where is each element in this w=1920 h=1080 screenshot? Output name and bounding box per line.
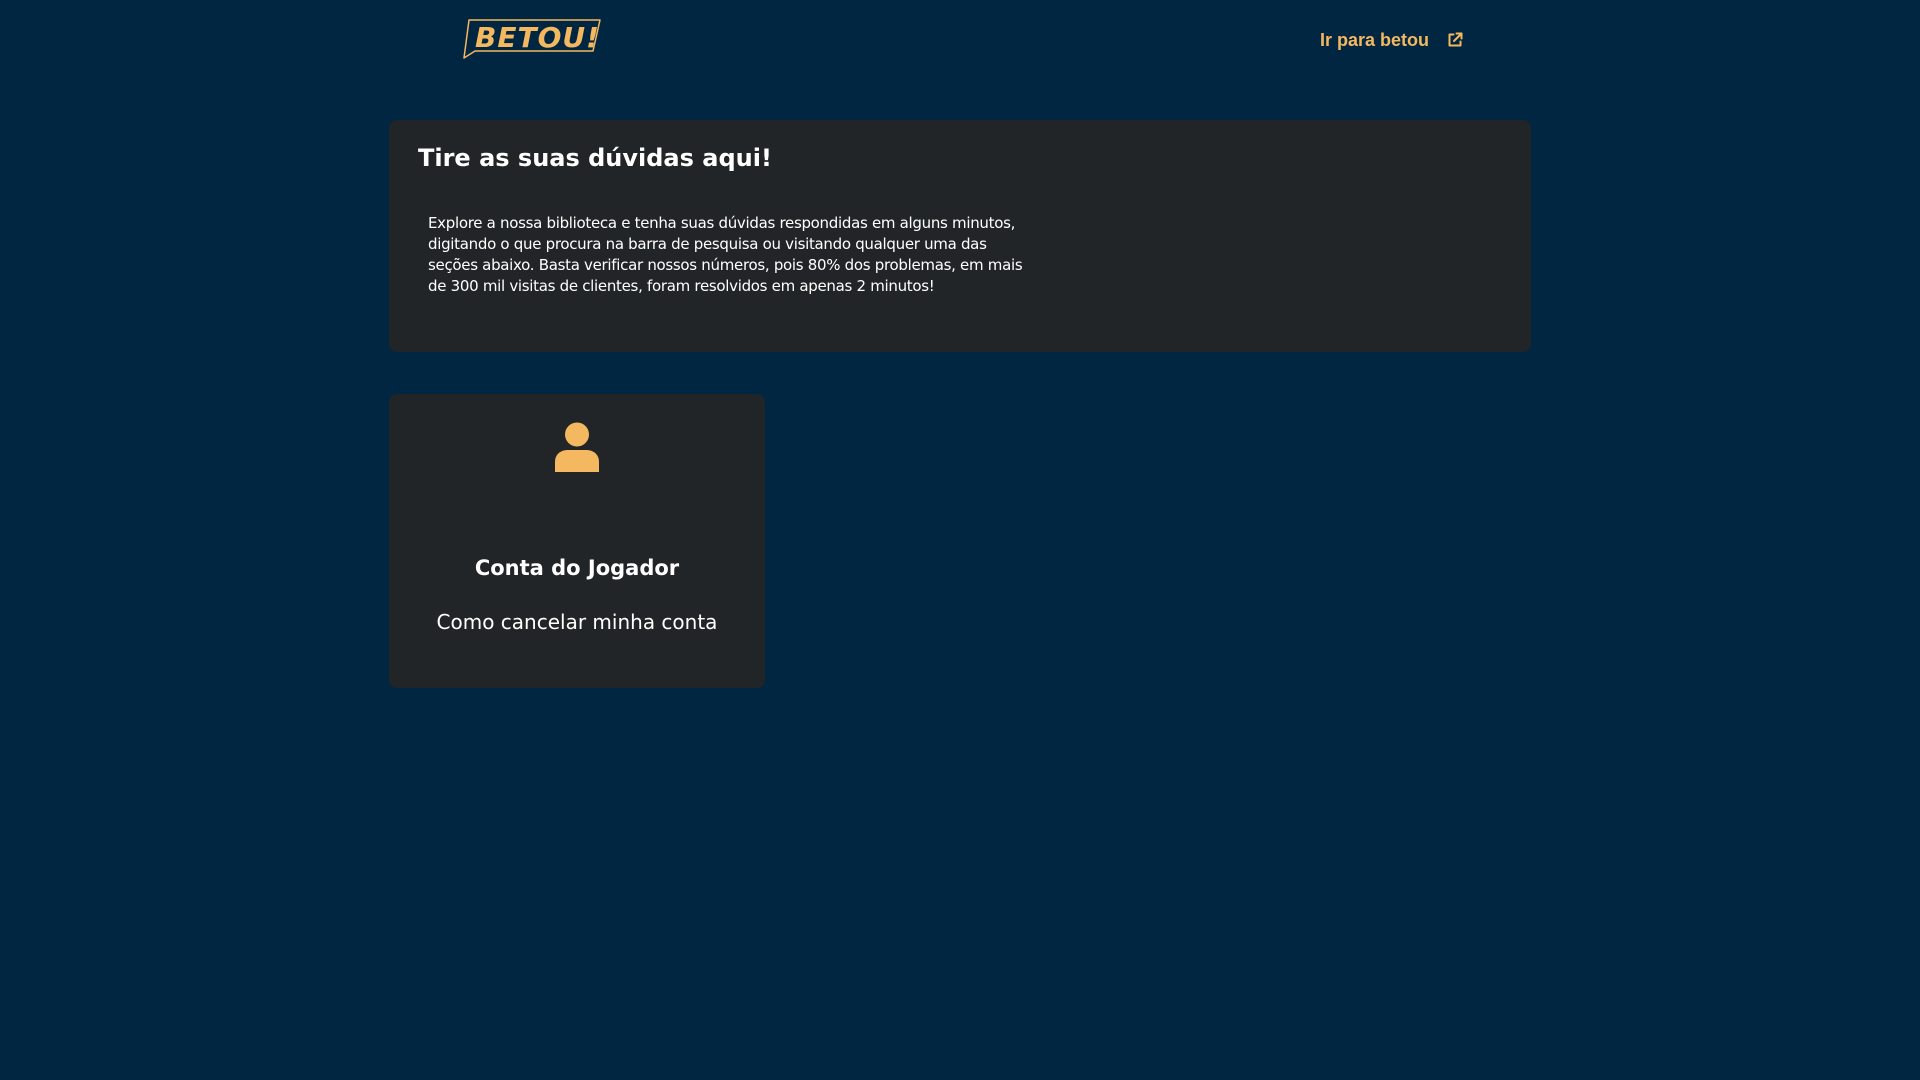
hero-panel: Tire as suas dúvidas aqui! Explore a nos… [389, 120, 1531, 352]
hero-description: Explore a nossa biblioteca e tenha suas … [428, 214, 1023, 295]
user-icon [555, 422, 599, 472]
betou-logo[interactable]: BETOU! [463, 19, 603, 59]
go-to-betou-label: Ir para betou [1320, 29, 1430, 50]
hero-title: Tire as suas dúvidas aqui! [418, 144, 772, 172]
external-link-icon [1448, 32, 1463, 47]
site-header: BETOU! Ir para betou [0, 0, 1920, 80]
category-title: Conta do Jogador [474, 556, 680, 580]
go-to-betou-link[interactable]: Ir para betou [1320, 27, 1463, 53]
category-card-conta-do-jogador[interactable]: Conta do Jogador Como cancelar minha con… [389, 394, 765, 688]
article-link[interactable]: Como cancelar minha conta [389, 610, 765, 634]
svg-text:BETOU!: BETOU! [475, 21, 600, 54]
